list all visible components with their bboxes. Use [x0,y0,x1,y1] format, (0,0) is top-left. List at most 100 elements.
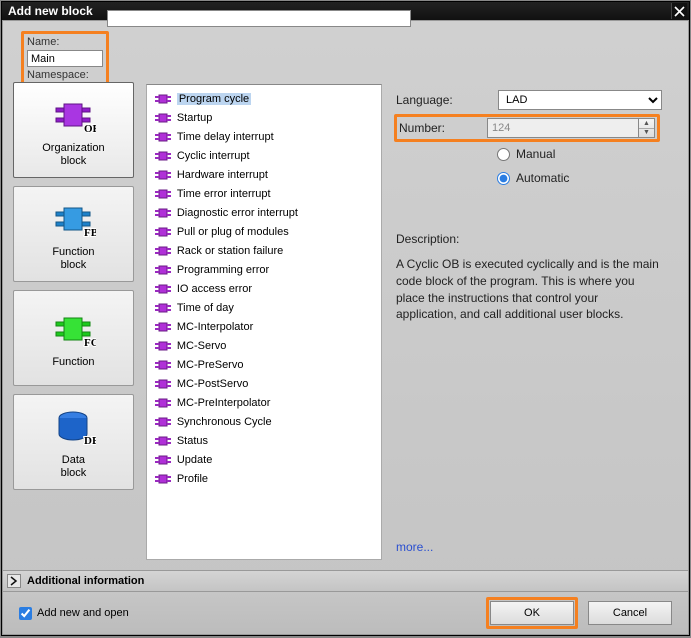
ob-icon [155,226,171,238]
number-spinner[interactable]: ▲ ▼ [639,118,655,138]
list-item-label: Cyclic interrupt [177,150,250,162]
list-item[interactable]: Pull or plug of modules [147,222,381,241]
ob-icon [155,150,171,162]
block-type-label: Organizationblock [42,142,104,168]
ob-icon [155,264,171,276]
ob-icon [155,207,171,219]
list-item[interactable]: Time delay interrupt [147,127,381,146]
additional-info-bar[interactable]: Additional information [3,570,688,592]
list-item-label: Hardware interrupt [177,169,268,181]
list-item-label: MC-Servo [177,340,227,352]
list-item-label: Programming error [177,264,269,276]
list-item-label: Update [177,454,212,466]
ob-icon [155,321,171,333]
list-item-label: MC-PreServo [177,359,244,371]
list-item-label: Time delay interrupt [177,131,274,143]
number-input[interactable] [487,118,639,138]
more-link[interactable]: more... [396,540,662,558]
list-item-label: Status [177,435,208,447]
list-item[interactable]: Status [147,431,381,450]
block-type-fc[interactable]: FC Function [13,290,134,386]
add-new-block-dialog: Add new block Name: Namespace: [1,1,690,636]
svg-text:OB: OB [84,123,96,135]
ok-button[interactable]: OK [490,601,574,625]
list-item[interactable]: Rack or station failure [147,241,381,260]
block-type-label: Datablock [61,454,87,480]
list-item-label: Time error interrupt [177,188,271,200]
list-item[interactable]: MC-Servo [147,336,381,355]
list-item[interactable]: Profile [147,469,381,488]
cancel-button[interactable]: Cancel [588,601,672,625]
db-icon: DB [50,404,96,450]
add-open-checkbox-row[interactable]: Add new and open [19,607,129,620]
spinner-down-icon[interactable]: ▼ [639,129,654,138]
list-item-label: Rack or station failure [177,245,283,257]
fb-icon: FB [50,196,96,242]
list-item[interactable]: Programming error [147,260,381,279]
block-type-db[interactable]: DB Datablock [13,394,134,490]
ob-icon [155,169,171,181]
add-open-label: Add new and open [37,607,129,619]
automatic-label: Automatic [516,171,569,185]
ob-icon [155,188,171,200]
svg-text:FC: FC [84,337,96,349]
block-type-sidebar: OB Organizationblock FB Functionblock FC… [13,78,134,568]
main-area: OB Organizationblock FB Functionblock FC… [3,78,688,570]
list-item[interactable]: Diagnostic error interrupt [147,203,381,222]
block-type-fb[interactable]: FB Functionblock [13,186,134,282]
list-item-label: Diagnostic error interrupt [177,207,298,219]
automatic-radio[interactable] [497,172,510,185]
list-item[interactable]: Update [147,450,381,469]
chevron-right-icon[interactable] [7,574,21,588]
close-button[interactable] [671,3,687,19]
ob-icon [155,93,171,105]
list-item[interactable]: MC-PostServo [147,374,381,393]
window-title: Add new block [8,4,93,18]
language-label: Language: [396,93,490,107]
language-select[interactable]: LAD [498,90,662,110]
ob-icon [155,416,171,428]
ok-highlight: OK [486,597,578,629]
ob-icon [155,340,171,352]
ob-icon [155,397,171,409]
list-item[interactable]: Cyclic interrupt [147,146,381,165]
list-item[interactable]: Program cycle [147,89,381,108]
list-item[interactable]: Time of day [147,298,381,317]
description-heading: Description: [396,232,662,246]
list-item[interactable]: Hardware interrupt [147,165,381,184]
ob-icon [155,454,171,466]
name-label: Name: [27,36,103,48]
ob-icon [155,473,171,485]
name-input[interactable] [27,50,103,67]
list-item-label: Time of day [177,302,234,314]
list-item-label: Pull or plug of modules [177,226,289,238]
list-item-label: MC-PreInterpolator [177,397,271,409]
list-item[interactable]: Synchronous Cycle [147,412,381,431]
list-item-label: Profile [177,473,208,485]
list-item[interactable]: Time error interrupt [147,184,381,203]
properties-panel: Language: LAD Number: ▲ ▼ [390,78,678,568]
namespace-input-extension[interactable] [107,10,411,27]
add-open-checkbox[interactable] [19,607,32,620]
svg-text:FB: FB [84,227,96,239]
ob-icon [155,378,171,390]
ob-icon [155,302,171,314]
block-type-label: Functionblock [52,246,94,272]
list-item[interactable]: Startup [147,108,381,127]
block-type-ob[interactable]: OB Organizationblock [13,82,134,178]
additional-info-label: Additional information [27,575,144,587]
list-item[interactable]: MC-Interpolator [147,317,381,336]
list-item-label: Program cycle [177,93,251,105]
list-item[interactable]: IO access error [147,279,381,298]
list-item-label: Startup [177,112,212,124]
fc-icon: FC [50,306,96,352]
manual-radio[interactable] [497,148,510,161]
ob-icon [155,131,171,143]
ob-type-list[interactable]: Program cycle Startup Time delay interru… [146,84,382,560]
spinner-up-icon[interactable]: ▲ [639,119,654,129]
list-item[interactable]: MC-PreServo [147,355,381,374]
number-label: Number: [399,121,487,135]
list-item[interactable]: MC-PreInterpolator [147,393,381,412]
number-highlight: Number: ▲ ▼ [394,114,660,142]
ob-icon [155,283,171,295]
